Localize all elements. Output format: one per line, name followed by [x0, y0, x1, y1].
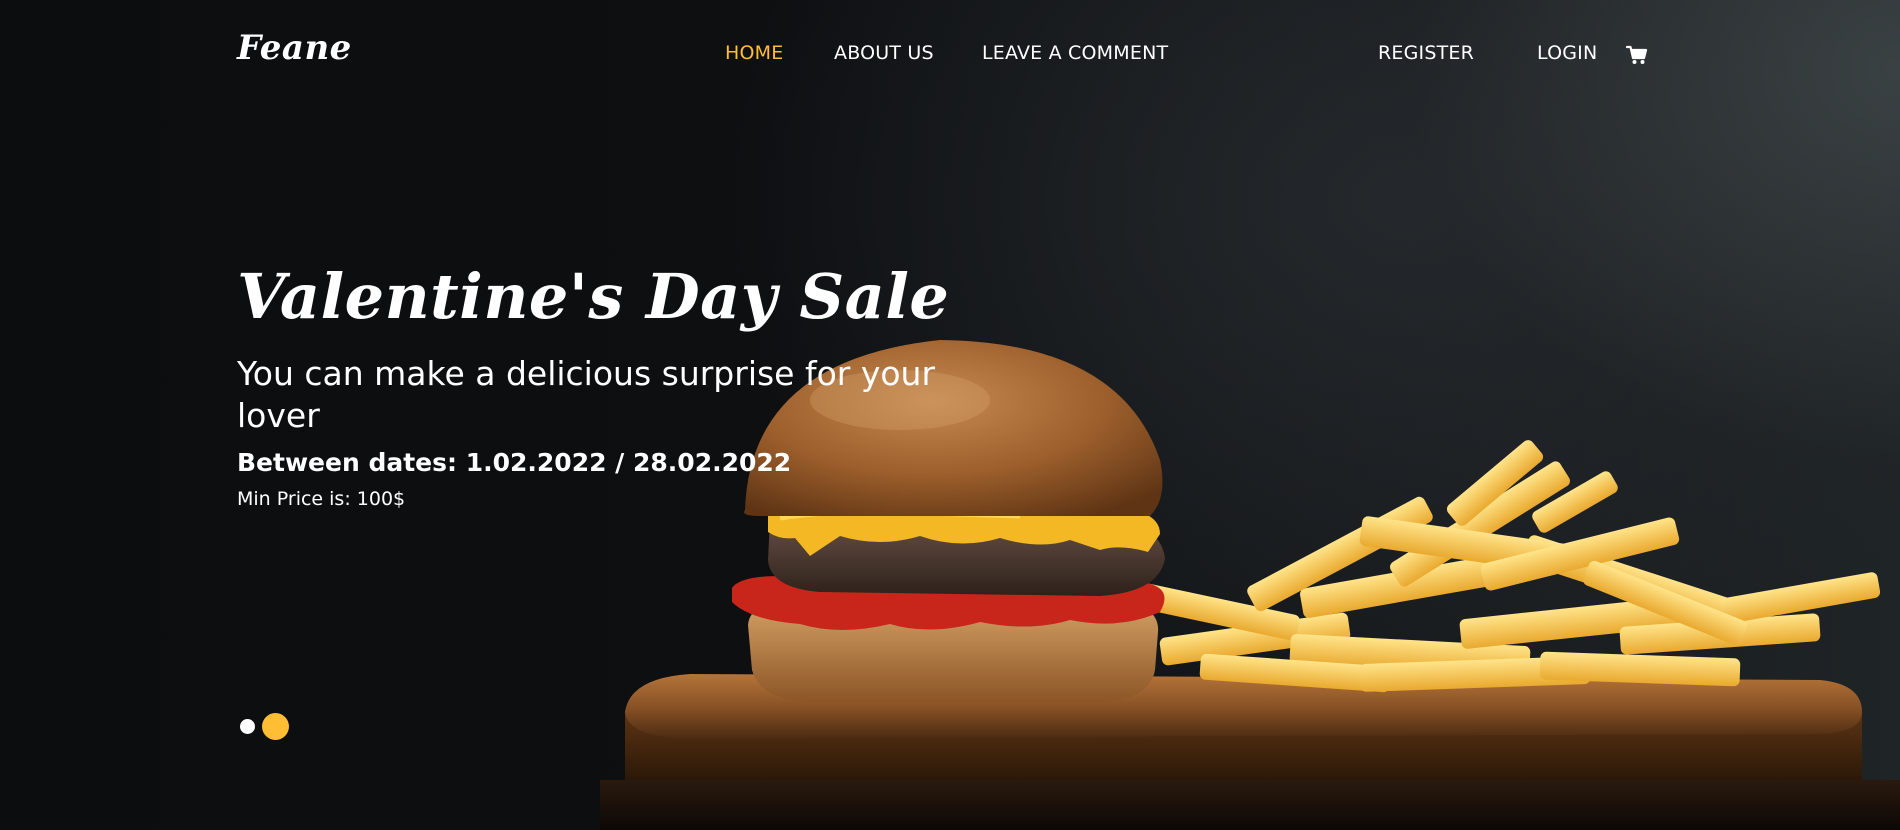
carousel-dot-1[interactable] — [240, 719, 255, 734]
nav-login-link[interactable]: LOGIN — [1537, 42, 1597, 64]
brand-logo[interactable]: Feane — [237, 28, 352, 68]
cart-icon[interactable] — [1625, 44, 1648, 66]
fries — [1130, 440, 1881, 693]
carousel-dot-2-active[interactable] — [262, 713, 289, 740]
nav-home-link[interactable]: HOME — [725, 42, 783, 64]
hero-title: Valentine's Day Sale — [237, 260, 950, 333]
hero-subtitle: You can make a delicious surprise for yo… — [237, 354, 936, 435]
top-navigation: Feane HOME ABOUT US LEAVE A COMMENT REGI… — [0, 0, 1900, 108]
nav-comment-link[interactable]: LEAVE A COMMENT — [982, 42, 1168, 64]
sale-dates: Between dates: 1.02.2022 / 28.02.2022 — [237, 448, 792, 477]
nav-about-link[interactable]: ABOUT US — [834, 42, 934, 64]
cart-icon-graphic — [1625, 45, 1648, 64]
min-price: Min Price is: 100$ — [237, 488, 406, 510]
hero-section: Feane HOME ABOUT US LEAVE A COMMENT REGI… — [0, 0, 1900, 830]
nav-register-link[interactable]: REGISTER — [1378, 42, 1474, 64]
hero-content: Valentine's Day Sale You can make a deli… — [237, 255, 957, 511]
